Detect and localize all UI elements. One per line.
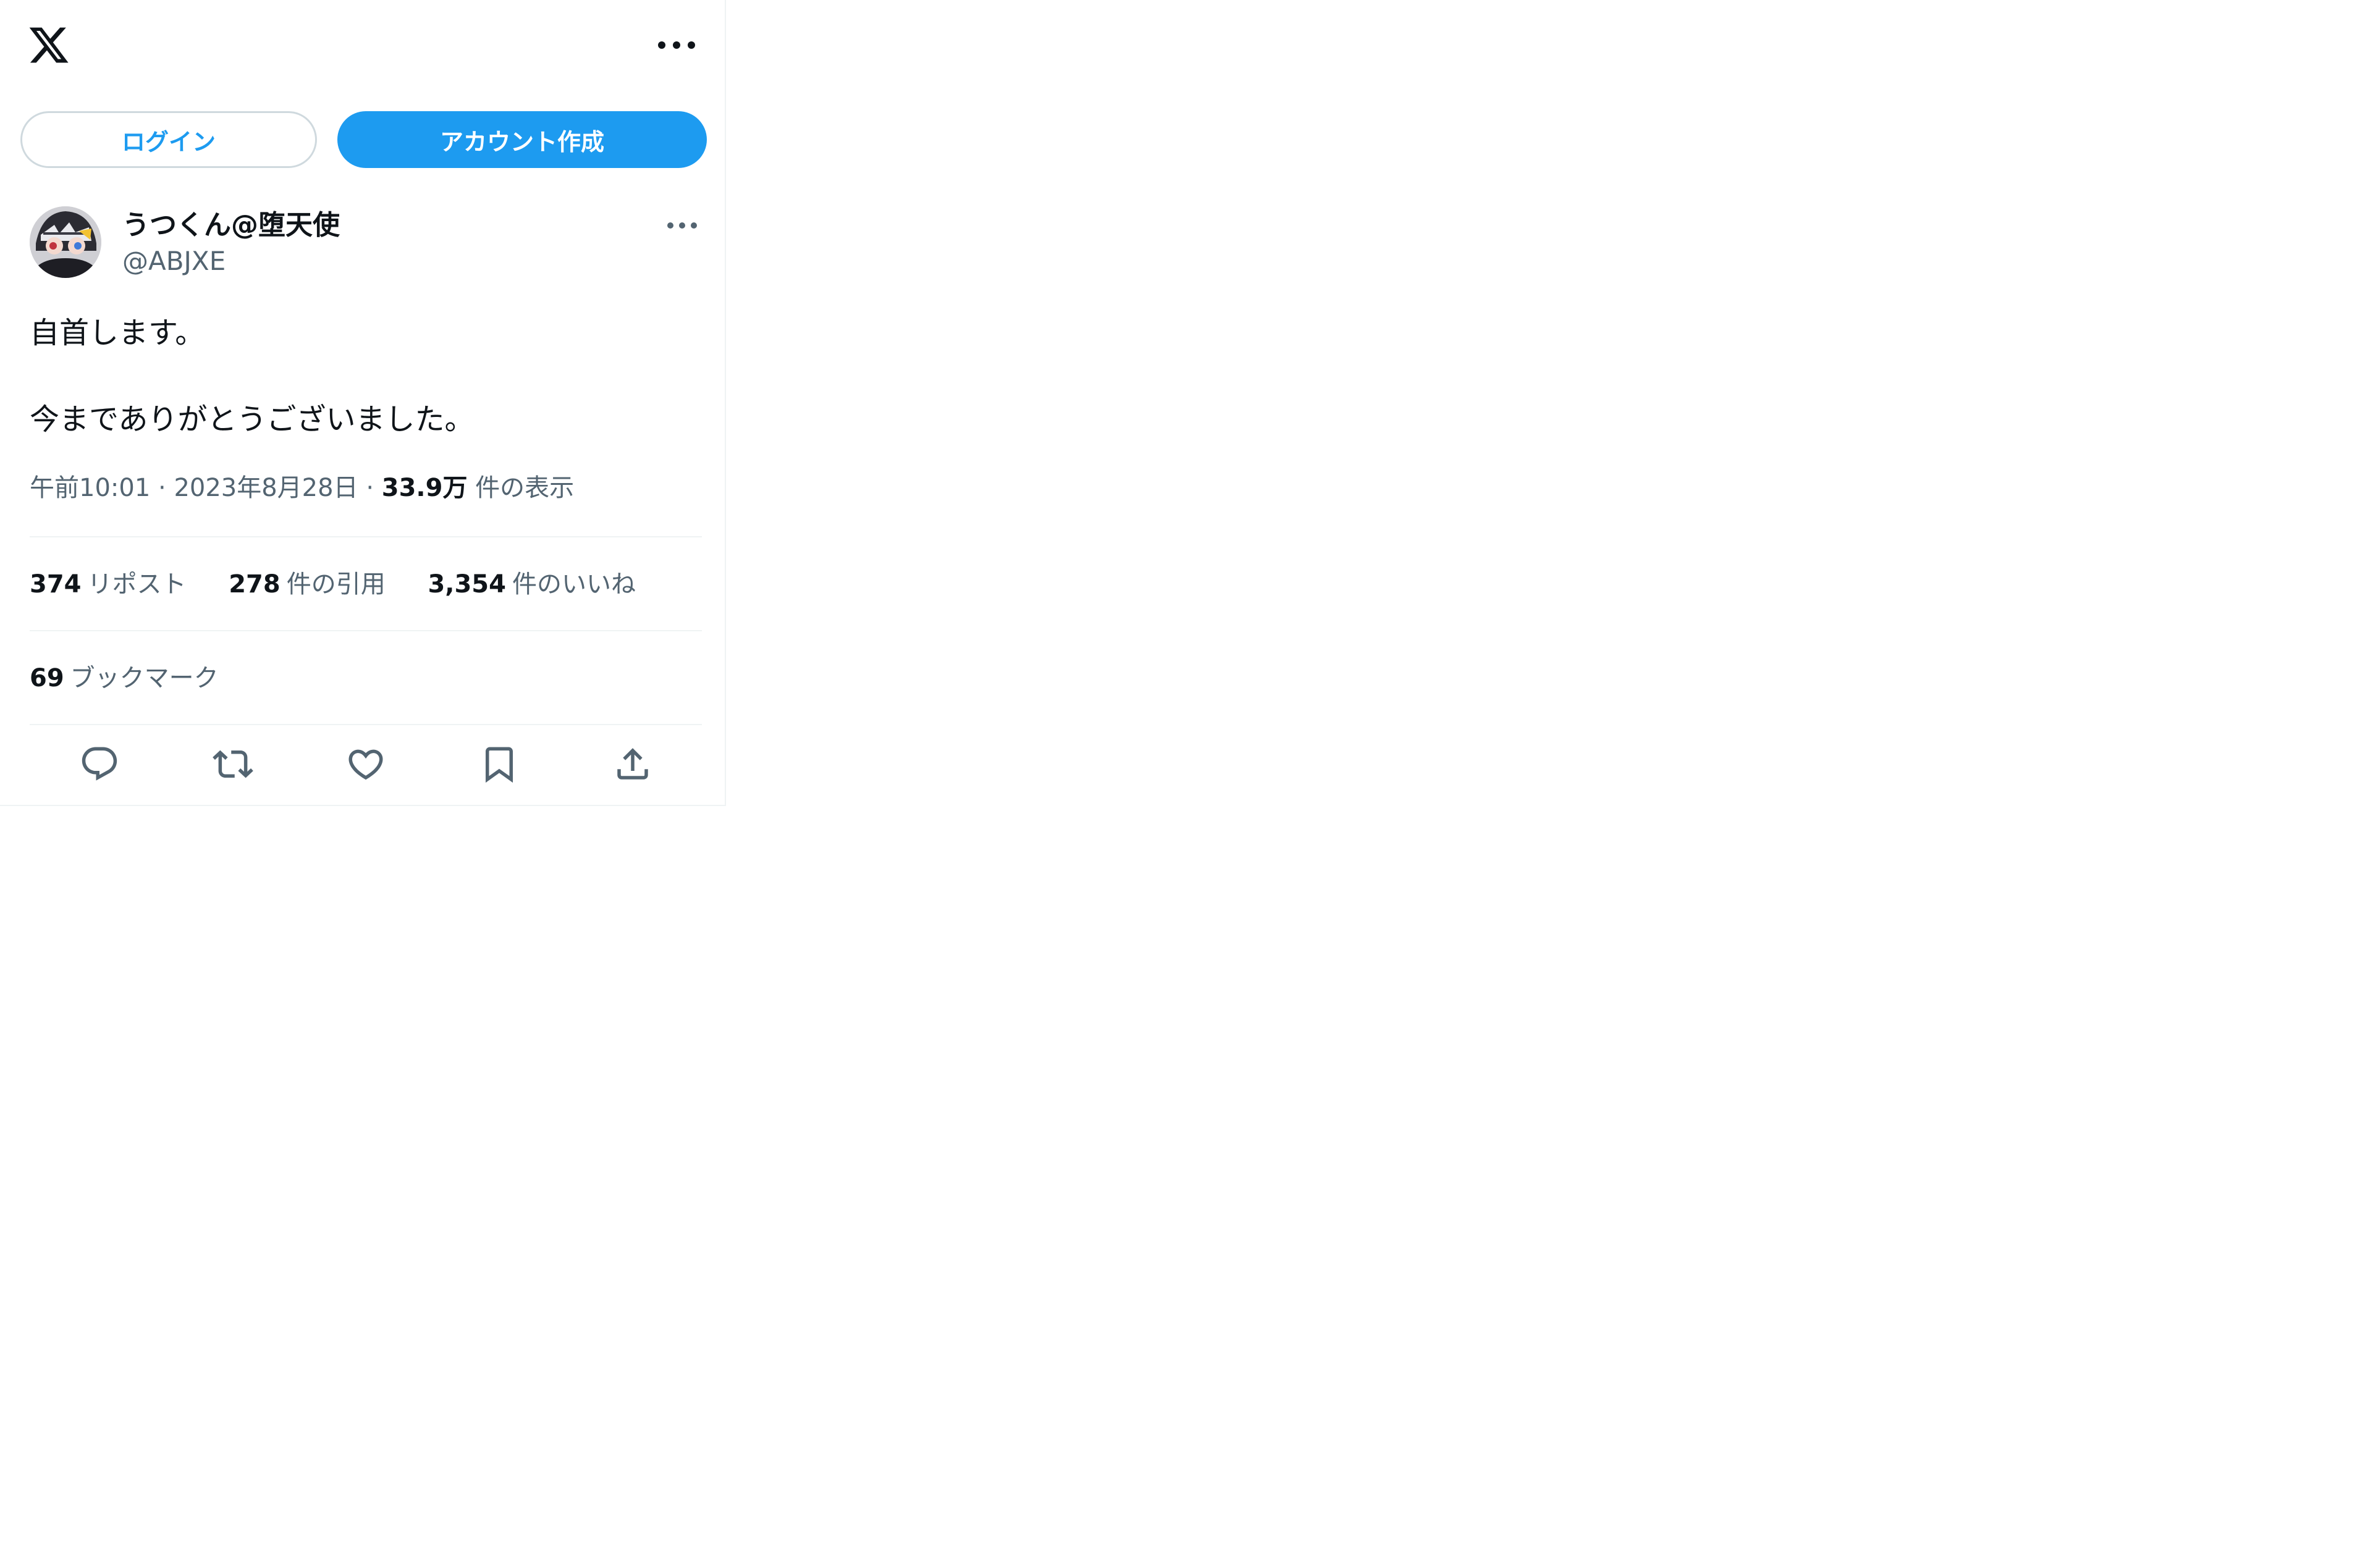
bookmark-stats: 69 ブックマーク bbox=[30, 661, 253, 696]
quotes-label: 件の引用 bbox=[286, 570, 386, 599]
author-name[interactable]: うつくん@堕天使 bbox=[122, 208, 340, 243]
post-date[interactable]: 2023年8月28日 bbox=[174, 474, 358, 502]
post-time[interactable]: 午前10:01 bbox=[30, 474, 150, 502]
post-more-icon[interactable] bbox=[665, 215, 699, 236]
reposts-stat[interactable]: 374 リポスト bbox=[30, 567, 187, 602]
more-horizontal-icon[interactable] bbox=[655, 32, 698, 58]
bookmark-icon[interactable] bbox=[479, 744, 520, 784]
login-button[interactable]: ログイン bbox=[20, 111, 317, 168]
action-bar bbox=[30, 736, 702, 792]
bookmarks-stat[interactable]: 69 ブックマーク bbox=[30, 661, 219, 696]
views-count: 33.9万 bbox=[381, 474, 468, 502]
repost-icon[interactable] bbox=[213, 744, 253, 784]
engagement-stats: 374 リポスト 278 件の引用 3,354 件のいいね bbox=[30, 567, 670, 602]
quotes-count: 278 bbox=[229, 570, 281, 599]
share-icon[interactable] bbox=[612, 744, 653, 784]
divider bbox=[30, 724, 702, 725]
meta-separator: · bbox=[158, 474, 166, 502]
likes-label: 件のいいね bbox=[512, 570, 636, 599]
quotes-stat[interactable]: 278 件の引用 bbox=[229, 567, 386, 602]
views-label: 件の表示 bbox=[475, 474, 575, 502]
x-logo-icon[interactable] bbox=[27, 23, 70, 67]
top-bar bbox=[0, 0, 726, 93]
reposts-count: 374 bbox=[30, 570, 82, 599]
like-icon[interactable] bbox=[345, 744, 386, 784]
create-account-button[interactable]: アカウント作成 bbox=[337, 111, 707, 168]
post-meta: 午前10:01 · 2023年8月28日 · 33.9万 件の表示 bbox=[30, 471, 574, 505]
divider bbox=[30, 630, 702, 631]
reply-icon[interactable] bbox=[79, 744, 120, 784]
author-handle[interactable]: @ABJXE bbox=[122, 245, 226, 278]
bookmarks-count: 69 bbox=[30, 664, 64, 692]
post-text-line: 自首します。 bbox=[30, 316, 205, 350]
divider bbox=[30, 536, 702, 537]
likes-count: 3,354 bbox=[428, 570, 506, 599]
post-text: 自首します。 今までありがとうございました。 bbox=[30, 311, 475, 441]
avatar[interactable] bbox=[30, 206, 101, 278]
bookmarks-label: ブックマーク bbox=[70, 664, 219, 692]
post-panel: ログイン アカウント作成 うつくん@堕天使 @ABJXE 自首します。 今まであ… bbox=[0, 0, 726, 806]
post-text-line: 今までありがとうございました。 bbox=[30, 402, 475, 437]
post-text-blank-line bbox=[30, 355, 475, 398]
meta-separator: · bbox=[366, 474, 374, 502]
likes-stat[interactable]: 3,354 件のいいね bbox=[428, 567, 636, 602]
reposts-label: リポスト bbox=[87, 570, 187, 599]
